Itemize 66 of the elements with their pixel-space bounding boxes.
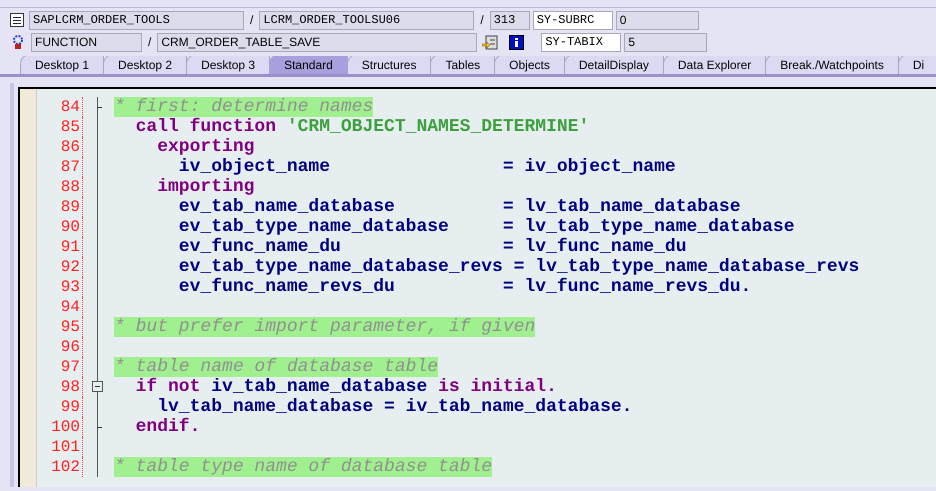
system-field-name: SY-SUBRC [532, 10, 613, 30]
line-number: 95 [37, 317, 83, 337]
system-field-value: 5 [624, 32, 708, 52]
list-icon[interactable] [482, 34, 498, 50]
tab[interactable]: Desktop 2 [103, 56, 188, 74]
code-text: endif. [134, 417, 200, 437]
code-text: iv_object_name = iv_object_name [178, 157, 676, 177]
code-comment: * table name of database table [114, 357, 438, 377]
code-text: importing [156, 177, 254, 197]
output-field: SAPLCRM_ORDER_TOOLS [29, 10, 244, 30]
line-number: 92 [37, 257, 83, 277]
separator-text: / [479, 12, 485, 29]
line-number: 102 [37, 457, 83, 477]
line-number: 93 [37, 277, 83, 297]
output-field: CRM_ORDER_TABLE_SAVE [157, 32, 478, 52]
code-text: ev_func_name_du = lv_func_name_du [178, 237, 686, 257]
tab[interactable]: Desktop 1 [20, 56, 104, 74]
tab[interactable]: Desktop 3 [186, 56, 270, 74]
tab[interactable]: DetailDisplay [564, 56, 664, 74]
line-number: 97 [37, 357, 83, 377]
line-number: 98 [37, 377, 83, 397]
code-text: ev_func_name_revs_du = lv_func_name_revs_du. [178, 277, 752, 297]
line-number: 96 [37, 337, 83, 357]
line-number: 100 [37, 417, 83, 437]
line-number: 94 [37, 297, 83, 317]
line-number: 90 [37, 217, 83, 237]
tab[interactable]: Standard [269, 56, 348, 74]
separator-text: / [147, 34, 152, 51]
code-text: ev_tab_name_database = lv_tab_name_database [178, 197, 741, 217]
info-icon[interactable] [509, 34, 524, 50]
line-number: 91 [37, 237, 83, 257]
tab[interactable]: Break./Watchpoints [765, 56, 899, 74]
line-number: 101 [37, 437, 83, 457]
code-text: exporting [156, 137, 254, 157]
output-field: 313 [490, 10, 530, 30]
output-field: FUNCTION [31, 32, 142, 52]
tab[interactable]: Data Explorer [662, 56, 766, 74]
system-field-value: 0 [616, 10, 699, 30]
code-comment: * first: determine names [114, 97, 374, 117]
code-text: iv_tab_name_database [211, 377, 428, 397]
line-number: 85 [37, 117, 83, 137]
output-field: LCRM_ORDER_TOOLSU06 [259, 10, 474, 30]
code-text: ev_tab_type_name_database_revs = lv_tab_type_name_database_revs [178, 257, 860, 277]
code-text: is initial. [438, 377, 557, 397]
line-number: 89 [37, 197, 83, 217]
code-text: call function [134, 117, 278, 137]
code-text: ev_tab_type_name_database = lv_tab_type_name_database [178, 217, 795, 237]
line-number: 84 [37, 97, 83, 117]
line-number: 99 [37, 397, 83, 417]
tab[interactable]: Objects [494, 56, 565, 74]
tab[interactable]: Di [898, 56, 936, 74]
tab[interactable]: Tables [430, 56, 496, 74]
system-field-name: SY-TABIX [541, 32, 622, 52]
code-text: 'CRM_OBJECT_NAMES_DETERMINE' [286, 117, 590, 137]
collapse-icon[interactable] [92, 381, 103, 392]
code-comment: * table type name of database table [114, 457, 492, 477]
code-text: lv_tab_name_database = iv_tab_name_database. [156, 397, 632, 417]
code-comment: * but prefer import parameter, if given [114, 317, 536, 337]
line-number: 88 [37, 177, 83, 197]
separator-text: / [249, 12, 254, 29]
line-number: 86 [37, 137, 83, 157]
gear-icon [12, 35, 24, 49]
tab[interactable]: Structures [346, 56, 432, 74]
document-icon [10, 13, 24, 27]
line-number: 87 [37, 157, 83, 177]
code-text: if not [134, 377, 202, 397]
